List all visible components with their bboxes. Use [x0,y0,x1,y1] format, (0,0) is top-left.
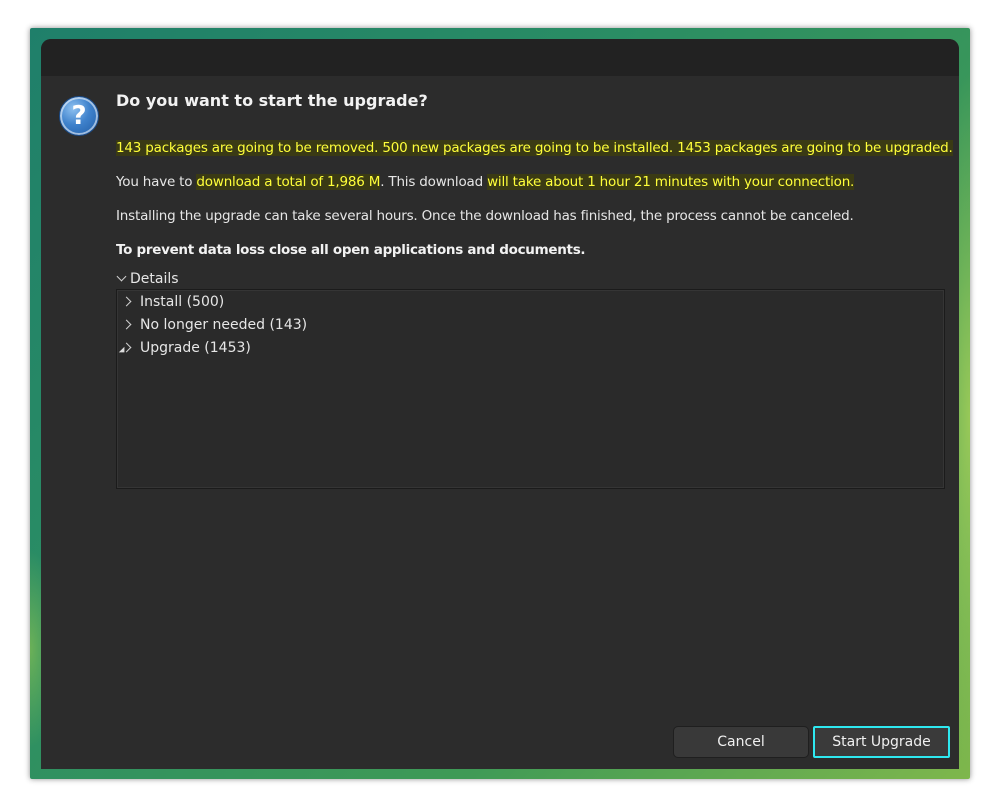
dialog-heading: Do you want to start the upgrade? [116,91,428,110]
chevron-right-icon[interactable] [123,319,133,331]
data-loss-warning: To prevent data loss close all open appl… [116,242,586,258]
download-middle: . This download [380,174,488,190]
download-time: will take about 1 hour 21 minutes with y… [487,174,855,190]
package-summary: 143 packages are going to be removed. 50… [116,140,953,156]
chevron-right-icon[interactable] [123,296,133,308]
start-upgrade-button[interactable]: Start Upgrade [813,726,950,758]
tree-row-no-longer-needed[interactable]: No longer needed (143) [123,314,307,336]
cancel-button[interactable]: Cancel [673,726,809,758]
question-icon: ? [59,96,99,136]
question-icon-glyph: ? [71,101,87,131]
tree-row-install[interactable]: Install (500) [123,291,224,313]
download-size: download a total of 1,986 M [196,174,381,190]
install-warning: Installing the upgrade can take several … [116,208,854,224]
download-summary: You have to download a total of 1,986 M.… [116,174,854,190]
package-summary-text: 143 packages are going to be removed. 50… [116,140,953,156]
tree-row-label: No longer needed (143) [140,317,308,333]
details-tree[interactable]: Install (500) No longer needed (143) Upg… [116,289,945,489]
details-expander[interactable]: Details [117,271,179,287]
chevron-down-icon [117,274,127,284]
tree-row-upgrade[interactable]: Upgrade (1453) [123,337,251,359]
tree-row-label: Upgrade (1453) [140,340,251,356]
title-bar[interactable] [41,39,959,76]
upgrade-dialog: ? Do you want to start the upgrade? 143 … [41,39,959,769]
tree-row-label: Install (500) [140,294,225,310]
download-prefix: You have to [116,174,197,190]
details-label: Details [130,271,179,287]
